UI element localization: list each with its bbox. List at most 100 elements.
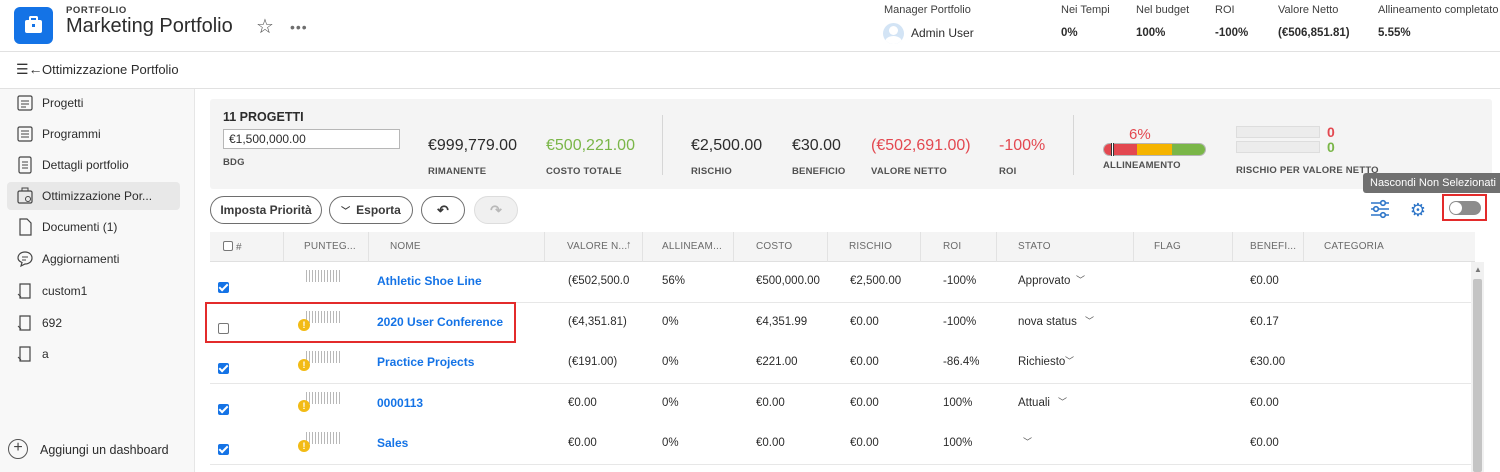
net-value-cell: (€4,351.81) [568,315,627,328]
export-button[interactable]: ﹀ Esporta [329,196,413,224]
project-name-link[interactable]: Practice Projects [377,355,474,369]
divider [662,115,663,175]
roi-cell: -100% [943,315,977,328]
kpi-roi-value: -100% [1215,27,1249,39]
row-checkbox[interactable] [218,282,229,293]
custom-page-icon [17,346,31,362]
projects-icon [17,95,33,111]
col-header-roi[interactable]: ROI [943,241,961,252]
status-dropdown-icon[interactable]: ﹀ [1023,435,1032,448]
sidebar-item-custom1[interactable]: custom1 [7,277,180,305]
table-row[interactable]: Athletic Shoe Line (€502,500.0 56% €500,000… [210,262,1475,303]
sidebar-item-optimizer[interactable]: Ottimizzazione Por... [7,182,180,210]
benefit-cell: €0.00 [1250,275,1279,287]
alignment-value: 6% [1129,126,1151,143]
risk-value-top: 0 [1327,124,1335,140]
risk-cell: €0.00 [850,315,879,328]
kpi-on-time-label: Nei Tempi [1061,4,1110,16]
table-row[interactable]: ! Sales €0.00 0% €0.00 €0.00 100% €0.00 ﹀ [210,424,1475,465]
table-header: # PUNTEG... NOME VALORE N... ↑ ALLINEAM.… [210,232,1475,262]
sidebar-item-692[interactable]: 692 [7,309,180,337]
warning-icon[interactable]: ! [298,399,310,412]
column-divider [283,232,284,262]
col-header-score[interactable]: PUNTEG... [304,241,356,252]
table-row[interactable]: ! 0000113 €0.00 0% €0.00 €0.00 100% Attuali €0.0… [210,383,1475,425]
status-cell[interactable]: Attuali [1018,397,1050,409]
status-cell[interactable]: Richiesto [1018,356,1065,368]
status-dropdown-icon[interactable]: ﹀ [1076,273,1085,286]
column-divider [1303,232,1304,262]
remaining-label: RIMANENTE [428,166,487,177]
sidebar-item-documents[interactable]: Documenti (1) [7,213,180,241]
app-header: PORTFOLIO Marketing Portfolio ☆ ••• Mana… [0,0,1500,52]
status-cell[interactable]: Approvato [1018,275,1070,287]
alignment-cell: 0% [662,396,679,409]
project-name-link[interactable]: Athletic Shoe Line [377,274,482,288]
row-checkbox[interactable] [218,403,229,415]
col-header-benefit[interactable]: BENEFI... [1250,241,1296,252]
sidebar: Progetti Programmi Dettagli portfolio Ot… [0,89,195,472]
sidebar-item-programs[interactable]: Programmi [7,120,180,148]
star-icon[interactable]: ☆ [256,17,274,37]
hide-unselected-toggle[interactable] [1449,201,1481,215]
avatar [883,23,904,44]
warning-icon[interactable]: ! [298,359,310,371]
sidebar-item-a[interactable]: a [7,340,180,368]
col-header-category[interactable]: CATEGORIA [1324,241,1384,252]
col-header-alignment[interactable]: ALLINEAM... [662,241,722,252]
roi-cell: -86.4% [943,356,980,368]
column-divider [1133,232,1134,262]
roi-cell: -100% [943,275,977,287]
kpi-manager-value[interactable]: Admin User [911,26,974,40]
alignment-cell: 56% [662,275,686,287]
redo-button[interactable]: ↷ [474,196,518,224]
status-dropdown-icon[interactable]: ﹀ [1065,354,1074,367]
risk-per-value-label: RISCHIO PER VALORE NETTO [1236,165,1379,176]
cost-cell: €0.00 [756,437,785,449]
sidebar-item-projects[interactable]: Progetti [7,89,180,117]
status-dropdown-icon[interactable]: ﹀ [1085,314,1094,327]
alignment-cell: 0% [662,437,679,449]
collapse-sidebar-icon[interactable]: ☰← [16,61,43,78]
row-checkbox[interactable] [218,444,229,455]
status-cell[interactable]: nova status [1018,316,1077,328]
risk-value-bar-bottom [1236,141,1320,153]
set-priority-button[interactable]: Imposta Priorità [210,196,322,224]
row-checkbox[interactable] [218,363,229,374]
net-value-value: (€502,691.00) [871,137,971,154]
scroll-up-icon[interactable]: ▲ [1474,265,1482,274]
column-divider [920,232,921,262]
section-header: ☰← Ottimizzazione Portfolio [0,53,1500,89]
project-name-link[interactable]: 0000113 [377,396,423,410]
net-value-cell: €0.00 [568,437,597,449]
benefit-label: BENEFICIO [792,166,846,177]
col-header-cost[interactable]: COSTO [756,241,792,252]
sidebar-item-updates[interactable]: Aggiornamenti [7,245,180,273]
scrollbar-thumb[interactable] [1473,279,1482,472]
more-icon[interactable]: ••• [290,19,308,35]
budget-input[interactable] [223,129,400,149]
gear-icon[interactable]: ⚙ [1406,198,1430,222]
table-row[interactable]: ! Practice Projects (€191.00) 0% €221.00 €0.0… [210,343,1475,384]
sort-ascending-icon[interactable]: ↑ [626,239,632,251]
risk-label: RISCHIO [691,166,732,177]
undo-button[interactable]: ↶ [421,196,465,224]
select-all-checkbox[interactable] [223,241,233,251]
warning-icon[interactable]: ! [298,440,310,452]
alignment-label: ALLINEAMENTO [1103,160,1181,171]
status-dropdown-icon[interactable]: ﹀ [1058,395,1067,408]
kpi-on-time-value: 0% [1061,27,1078,39]
col-header-status[interactable]: STATO [1018,241,1051,252]
col-header-risk[interactable]: RISCHIO [849,241,892,252]
col-header-name[interactable]: NOME [390,241,421,252]
col-header-flag[interactable]: FLAG [1154,241,1181,252]
risk-cell: €2,500.00 [850,275,902,287]
sidebar-item-portfolio-details[interactable]: Dettagli portfolio [7,151,180,179]
kpi-alignment-value: 5.55% [1378,27,1411,39]
divider [1073,115,1074,175]
col-header-net-value[interactable]: VALORE N... [567,241,627,252]
kpi-on-budget-value: 100% [1136,27,1166,39]
filter-sliders-icon[interactable] [1368,198,1392,222]
portfolio-bag-icon[interactable] [14,7,53,44]
project-name-link[interactable]: Sales [377,436,408,450]
